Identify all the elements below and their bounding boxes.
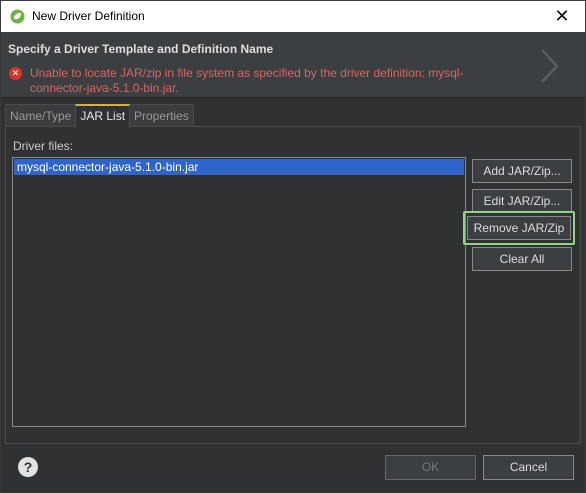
edit-jar-button[interactable]: Edit JAR/Zip... bbox=[472, 189, 572, 213]
new-driver-definition-dialog: New Driver Definition ✕ Specify a Driver… bbox=[0, 0, 586, 493]
window-title: New Driver Definition bbox=[32, 9, 145, 23]
error-icon: ✕ bbox=[9, 67, 22, 80]
add-jar-button[interactable]: Add JAR/Zip... bbox=[472, 159, 572, 183]
help-icon[interactable]: ? bbox=[18, 457, 38, 477]
tab-bar: Name/Type JAR List Properties bbox=[5, 104, 194, 128]
jar-list-panel: Driver files: mysql-connector-java-5.1.0… bbox=[5, 126, 581, 444]
tab-jar-list[interactable]: JAR List bbox=[75, 104, 131, 128]
wizard-header: Specify a Driver Template and Definition… bbox=[1, 32, 585, 98]
tab-name-type[interactable]: Name/Type bbox=[5, 104, 77, 127]
clear-all-button[interactable]: Clear All bbox=[472, 247, 572, 271]
driver-files-list[interactable]: mysql-connector-java-5.1.0-bin.jar bbox=[12, 157, 466, 427]
ok-button[interactable]: OK bbox=[385, 455, 476, 480]
remove-jar-label: Remove JAR/Zip bbox=[473, 221, 565, 235]
add-jar-label: Add JAR/Zip... bbox=[483, 164, 561, 178]
edit-jar-label: Edit JAR/Zip... bbox=[483, 194, 561, 208]
cancel-button[interactable]: Cancel bbox=[483, 455, 574, 480]
close-icon: ✕ bbox=[554, 6, 570, 26]
driver-files-label: Driver files: bbox=[13, 139, 74, 153]
error-message: Unable to locate JAR/zip in file system … bbox=[30, 66, 464, 95]
header-title: Specify a Driver Template and Definition… bbox=[8, 42, 274, 56]
tab-properties[interactable]: Properties bbox=[129, 104, 194, 127]
list-item[interactable]: mysql-connector-java-5.1.0-bin.jar bbox=[14, 159, 464, 175]
wizard-banner-chevron-icon bbox=[541, 49, 559, 83]
close-button[interactable]: ✕ bbox=[539, 1, 585, 32]
clear-all-label: Clear All bbox=[499, 252, 545, 266]
remove-jar-button[interactable]: Remove JAR/Zip bbox=[467, 216, 571, 240]
spring-leaf-icon bbox=[10, 9, 25, 24]
title-bar[interactable]: New Driver Definition ✕ bbox=[1, 1, 585, 32]
